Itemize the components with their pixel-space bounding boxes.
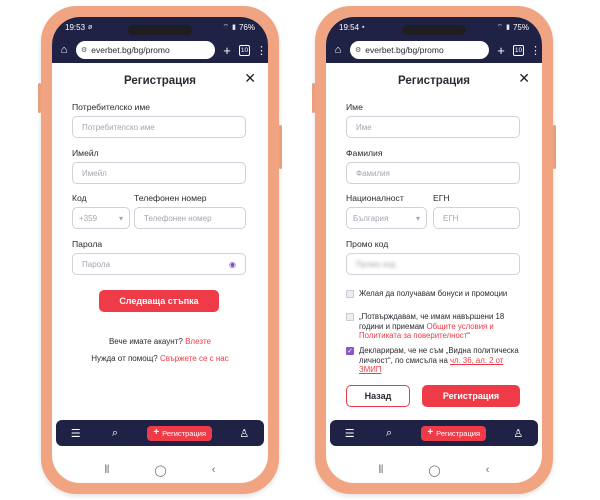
login-link[interactable]: Влезте [185,337,211,346]
home-button-icon[interactable]: ◯ [154,464,166,477]
eye-icon[interactable]: ◉ [229,260,236,269]
camera-notch [128,25,192,35]
bonuses-checkbox-row[interactable]: Желая да получавам бонуси и промоции [346,289,526,299]
login-prompt: Вече имате акаунт? Влезте [108,337,212,346]
new-tab-icon[interactable]: + [495,43,507,58]
app-bottom-nav: ☰ ⌕ + Регистрация ♙ [330,420,538,446]
wifi-icon: ⌔ [222,23,230,31]
url-text: everbet.bg/bg/promo [91,45,170,55]
battery-level: 76% [238,22,255,32]
email-input[interactable]: Имейл [72,162,246,184]
phone-step-2: 19:54 ▪ ⌔ ▮ 75% ⌂ ⚙ everbet.bg/bg/promo … [312,6,556,494]
next-step-button[interactable]: Следваща стъпка [99,290,219,312]
home-icon[interactable]: ⌂ [332,44,344,56]
status-time: 19:54 [339,22,360,32]
terms-checkbox-label: „Потвърждавам, че имам навършени 18 годи… [359,312,505,341]
nationality-label: Националност [346,193,404,203]
back-button[interactable]: Назад [346,385,410,407]
registration-form-step-2: Регистрация ✕ Име Име Фамилия Фамилия На… [326,63,542,420]
more-menu-icon[interactable]: ⋮ [256,44,267,57]
search-icon[interactable]: ⌕ [382,427,396,440]
battery-level: 75% [512,22,529,32]
bonuses-checkbox-label: Желая да получавам бонуси и промоции [359,289,508,298]
back-icon[interactable]: ‹ [212,464,216,476]
promo-code-label: Промо код [346,239,389,249]
search-icon[interactable]: ⌕ [108,427,122,440]
user-icon[interactable]: ♙ [237,427,251,440]
nationality-select[interactable]: България ▾ [346,207,427,229]
first-name-input[interactable]: Име [346,116,520,138]
signal-icon: ▮ [232,24,236,31]
more-menu-icon[interactable]: ⋮ [530,44,541,57]
back-icon[interactable]: ‹ [486,464,490,476]
plus-icon: + [153,427,160,438]
register-nav-button[interactable]: + Регистрация [421,425,486,441]
system-nav-bar: ⦀ ◯ ‹ [326,458,542,482]
register-nav-button[interactable]: + Регистрация [147,425,212,441]
pep-checkbox[interactable]: ✓ [346,347,354,355]
url-text: everbet.bg/bg/promo [365,45,444,55]
contact-link[interactable]: Свържете се с нас [160,354,229,363]
code-label: Код [72,193,87,203]
phone-number-input[interactable]: Телефонен номер [134,207,246,229]
tab-switcher-icon[interactable]: 10 [513,44,524,56]
last-name-input[interactable]: Фамилия [346,162,520,184]
notification-icon: ▪ [362,23,365,31]
plus-icon: + [427,427,434,438]
help-prompt: Нужда от помощ? Свържете се с нас [91,354,229,363]
status-time: 19:53 [65,22,86,32]
password-input[interactable]: Парола ◉ [72,253,246,275]
chevron-down-icon: ▾ [118,213,123,223]
home-button-icon[interactable]: ◯ [428,464,440,477]
close-icon[interactable]: ✕ [244,71,256,85]
phone-screen: 19:53 ø ⌔ ▮ 76% ⌂ ⚙ everbet.bg/bg/promo … [52,17,268,483]
new-tab-icon[interactable]: + [221,43,233,58]
system-nav-bar: ⦀ ◯ ‹ [52,458,268,482]
pep-checkbox-row[interactable]: ✓ Декларирам, че не съм „Видна политичес… [346,346,526,375]
register-button[interactable]: Регистрация [422,385,520,407]
form-title: Регистрация [398,75,470,87]
egn-input[interactable]: ЕГН [433,207,520,229]
tab-switcher-icon[interactable]: 10 [239,44,250,56]
chevron-down-icon: ▾ [415,213,420,223]
phone-step-1: 19:53 ø ⌔ ▮ 76% ⌂ ⚙ everbet.bg/bg/promo … [38,6,282,494]
password-label: Парола [72,239,103,249]
egn-label: ЕГН [433,193,450,203]
address-bar[interactable]: ⚙ everbet.bg/bg/promo [350,41,489,59]
wifi-icon: ⌔ [496,23,504,31]
email-label: Имейл [72,148,99,158]
terms-checkbox-row[interactable]: „Потвърждавам, че имам навършени 18 годи… [346,312,526,341]
bonuses-checkbox[interactable] [346,290,354,298]
terms-checkbox[interactable] [346,313,354,321]
country-code-select[interactable]: +359 ▾ [72,207,130,229]
last-name-label: Фамилия [346,148,383,158]
camera-notch [402,25,466,35]
phone-label: Телефонен номер [134,193,207,203]
first-name-label: Име [346,102,363,112]
app-bottom-nav: ☰ ⌕ + Регистрация ♙ [56,420,264,446]
recents-icon[interactable]: ⦀ [105,464,110,477]
browser-toolbar: ⌂ ⚙ everbet.bg/bg/promo + 10 ⋮ [326,37,542,63]
registration-form-step-1: Регистрация ✕ Потребителско име Потребит… [52,63,268,420]
promo-code-input[interactable]: Промо код [346,253,520,275]
site-settings-icon[interactable]: ⚙ [81,46,87,54]
signal-icon: ▮ [506,24,510,31]
home-icon[interactable]: ⌂ [58,44,70,56]
browser-toolbar: ⌂ ⚙ everbet.bg/bg/promo + 10 ⋮ [52,37,268,63]
site-settings-icon[interactable]: ⚙ [355,46,361,54]
address-bar[interactable]: ⚙ everbet.bg/bg/promo [76,41,215,59]
form-title: Регистрация [124,75,196,87]
username-label: Потребителско име [72,102,151,112]
menu-icon[interactable]: ☰ [69,427,83,440]
mute-icon: ø [88,23,93,31]
user-icon[interactable]: ♙ [511,427,525,440]
pep-checkbox-label: Декларирам, че не съм „Видна политическа… [359,346,519,375]
menu-icon[interactable]: ☰ [343,427,357,440]
close-icon[interactable]: ✕ [518,71,530,85]
recents-icon[interactable]: ⦀ [379,464,384,477]
phone-screen: 19:54 ▪ ⌔ ▮ 75% ⌂ ⚙ everbet.bg/bg/promo … [326,17,542,483]
username-input[interactable]: Потребителско име [72,116,246,138]
